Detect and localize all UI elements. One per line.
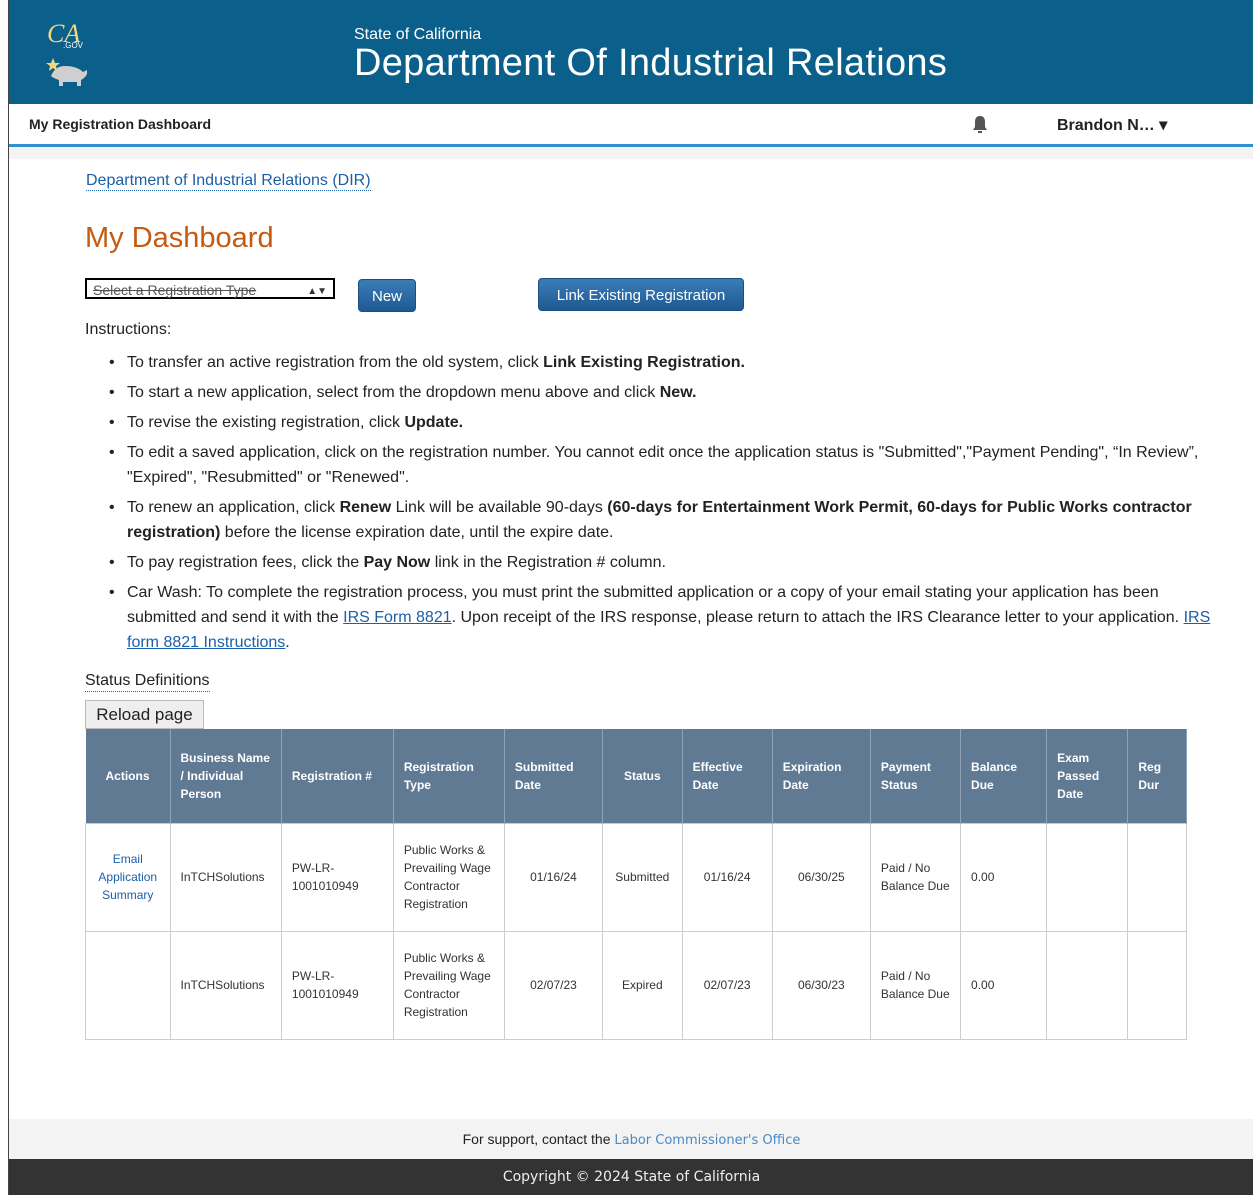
col-header-registration-no[interactable]: Registration # xyxy=(281,729,394,823)
support-text: For support, contact the xyxy=(462,1131,615,1147)
ca-gov-logo-icon[interactable]: CA .GOV xyxy=(39,14,99,94)
list-item: To transfer an active registration from … xyxy=(109,350,1227,375)
select-arrows-icon: ▲▼ xyxy=(307,286,327,297)
list-item: To renew an application, click Renew Lin… xyxy=(109,495,1227,545)
cell-exam-passed-date xyxy=(1046,822,1129,932)
instructions-list: To transfer an active registration from … xyxy=(85,350,1227,660)
status-definitions-link[interactable]: Status Definitions xyxy=(85,672,210,692)
cell-business: InTCHSolutions xyxy=(169,822,282,932)
svg-text:.GOV: .GOV xyxy=(63,41,84,50)
col-header-status[interactable]: Status xyxy=(602,729,683,823)
col-header-actions: Actions xyxy=(85,729,171,823)
cell-registration-type: Public Works & Prevailing Wage Contracto… xyxy=(392,822,505,932)
user-menu[interactable]: Brandon N… ▾ xyxy=(1057,115,1167,135)
cell-expiration-date: 06/30/23 xyxy=(771,930,871,1040)
labor-commissioner-link[interactable]: Labor Commissioner's Office xyxy=(614,1133,800,1148)
table-row: InTCHSolutions PW-LR-1001010949 Public W… xyxy=(85,930,1187,1040)
instructions-label: Instructions: xyxy=(85,321,172,338)
cell-business: InTCHSolutions xyxy=(169,930,282,1040)
cell-effective-date: 01/16/24 xyxy=(681,822,773,932)
col-header-business[interactable]: Business Name / Individual Person xyxy=(170,729,282,823)
site-header: CA .GOV State of California Department O… xyxy=(9,0,1253,104)
col-header-registration-type[interactable]: Registration Type xyxy=(393,729,505,823)
cell-registration-type: Public Works & Prevailing Wage Contracto… xyxy=(392,930,505,1040)
breadcrumb-dir-link[interactable]: Department of Industrial Relations (DIR) xyxy=(86,172,371,191)
cell-balance-due: 0.00 xyxy=(960,930,1048,1040)
new-button[interactable]: New xyxy=(358,279,416,312)
link-existing-registration-button[interactable]: Link Existing Registration xyxy=(538,278,744,311)
dashboard-nav-title[interactable]: My Registration Dashboard xyxy=(29,116,211,132)
col-header-submitted-date[interactable]: Submitted Date xyxy=(504,729,604,823)
cell-effective-date: 02/07/23 xyxy=(681,930,773,1040)
page-title: My Dashboard xyxy=(85,222,274,254)
registrations-table: Actions Business Name / Individual Perso… xyxy=(85,729,1187,1040)
cell-reg-duration xyxy=(1127,822,1187,932)
cell-balance-due: 0.00 xyxy=(960,822,1048,932)
cell-submitted-date: 02/07/23 xyxy=(503,930,604,1040)
registration-type-select[interactable]: Select a Registration Type ▲▼ xyxy=(85,278,335,299)
page-frame: CA .GOV State of California Department O… xyxy=(8,0,1253,1195)
list-item: To start a new application, select from … xyxy=(109,380,1227,405)
table-row: Email Application Summary InTCHSolutions… xyxy=(85,822,1187,932)
cell-registration-no: PW-LR-1001010949 xyxy=(280,822,394,932)
cell-exam-passed-date xyxy=(1046,930,1129,1040)
list-item: To edit a saved application, click on th… xyxy=(109,440,1227,490)
table-header-row: Actions Business Name / Individual Perso… xyxy=(85,729,1187,823)
col-header-reg-duration[interactable]: Reg Dur xyxy=(1127,729,1187,823)
cell-payment-status: Paid / No Balance Due xyxy=(869,822,962,932)
col-header-payment-status[interactable]: Payment Status xyxy=(870,729,962,823)
cell-submitted-date: 01/16/24 xyxy=(503,822,604,932)
cell-status: Submitted xyxy=(602,822,683,932)
cell-actions: Email Application Summary xyxy=(85,822,171,932)
cell-expiration-date: 06/30/25 xyxy=(771,822,871,932)
list-item: Car Wash: To complete the registration p… xyxy=(109,580,1227,655)
list-item: To revise the existing registration, cli… xyxy=(109,410,1227,435)
col-header-exam-passed-date[interactable]: Exam Passed Date xyxy=(1046,729,1129,823)
select-placeholder: Select a Registration Type xyxy=(93,282,257,298)
cell-reg-duration xyxy=(1127,930,1187,1040)
cell-registration-no: PW-LR-1001010949 xyxy=(280,930,394,1040)
col-header-balance-due[interactable]: Balance Due xyxy=(960,729,1048,823)
nav-shadow-strip xyxy=(9,147,1253,159)
copyright-footer: Copyright © 2024 State of California xyxy=(9,1159,1253,1195)
notification-bell-icon[interactable] xyxy=(971,114,989,134)
cell-actions xyxy=(85,930,171,1040)
reload-page-button[interactable]: Reload page xyxy=(85,700,204,729)
col-header-expiration-date[interactable]: Expiration Date xyxy=(772,729,871,823)
department-title: Department Of Industrial Relations xyxy=(354,42,948,84)
support-footer: For support, contact the Labor Commissio… xyxy=(9,1119,1253,1159)
registrations-table-container: Actions Business Name / Individual Perso… xyxy=(85,729,1187,1042)
email-application-summary-link[interactable]: Email Application Summary xyxy=(98,852,157,902)
col-header-effective-date[interactable]: Effective Date xyxy=(682,729,773,823)
list-item: To pay registration fees, click the Pay … xyxy=(109,550,1227,575)
cell-payment-status: Paid / No Balance Due xyxy=(869,930,962,1040)
cell-status: Expired xyxy=(602,930,683,1040)
irs-form-8821-link[interactable]: IRS Form 8821 xyxy=(343,609,451,626)
app-navbar: My Registration Dashboard Brandon N… ▾ xyxy=(9,104,1253,147)
